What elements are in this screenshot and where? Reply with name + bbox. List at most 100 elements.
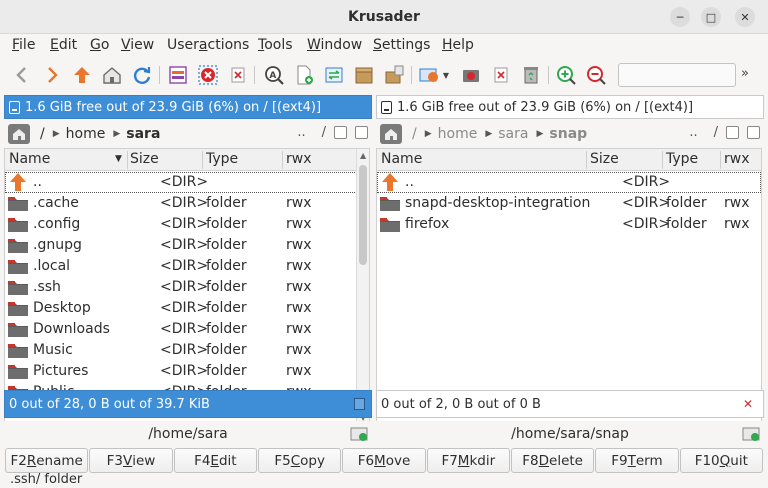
menu-help[interactable]: Help bbox=[442, 37, 474, 53]
file-type: folder bbox=[206, 279, 247, 295]
path-part-snap[interactable]: snap bbox=[549, 126, 587, 142]
fkey-f8[interactable]: F8 Delete bbox=[510, 448, 595, 473]
connect-dropdown-button[interactable]: ▼ bbox=[440, 63, 452, 87]
parent-dir-row[interactable]: .. <DIR> bbox=[5, 172, 369, 193]
panel-options-icon[interactable] bbox=[334, 126, 347, 139]
column-perm[interactable]: rwx bbox=[724, 151, 750, 167]
parent-dir-button[interactable]: .. bbox=[297, 125, 305, 140]
path-root[interactable]: / bbox=[40, 126, 45, 142]
fkey-f9[interactable]: F9 Term bbox=[595, 448, 679, 473]
menu-useractions[interactable]: Useractions bbox=[167, 37, 249, 53]
path-root[interactable]: / bbox=[412, 126, 417, 142]
column-name[interactable]: Name bbox=[381, 151, 422, 167]
menu-file[interactable]: File bbox=[12, 37, 35, 53]
status-toggle-icon[interactable] bbox=[354, 398, 365, 410]
right-cwd-bar[interactable]: /home/sara/snap bbox=[376, 421, 764, 447]
column-size[interactable]: Size bbox=[590, 151, 619, 167]
menu-edit[interactable]: Edit bbox=[50, 37, 77, 53]
fkey-f2[interactable]: F2 Rename bbox=[5, 448, 89, 473]
file-row[interactable]: .cache <DIR> folder rwx bbox=[5, 193, 369, 214]
forward-button[interactable] bbox=[40, 63, 64, 87]
fkey-f5[interactable]: F5 Copy bbox=[257, 448, 342, 473]
parent-dir-button[interactable]: .. bbox=[689, 125, 697, 140]
column-size[interactable]: Size bbox=[130, 151, 159, 167]
close-button[interactable]: ✕ bbox=[735, 7, 755, 27]
file-row[interactable]: .local <DIR> folder rwx bbox=[5, 256, 369, 277]
invert-selection-button[interactable] bbox=[226, 63, 250, 87]
file-row[interactable]: Downloads <DIR> folder rwx bbox=[5, 319, 369, 340]
home-icon[interactable] bbox=[380, 124, 402, 144]
file-size: <DIR> bbox=[160, 258, 209, 274]
compare-dirs-button[interactable] bbox=[322, 63, 346, 87]
connect-remote-button[interactable] bbox=[417, 63, 441, 87]
fkey-f3[interactable]: F3 View bbox=[89, 448, 173, 473]
root-dir-button[interactable]: / bbox=[322, 125, 326, 140]
column-perm[interactable]: rwx bbox=[286, 151, 312, 167]
file-row[interactable]: firefox <DIR> folder rwx bbox=[377, 214, 761, 235]
file-row[interactable]: snapd-desktop-integration <DIR> folder rwx bbox=[377, 193, 761, 214]
left-vertical-scrollbar[interactable]: ▲ ▼ bbox=[356, 149, 369, 427]
close-document-icon bbox=[231, 67, 245, 83]
new-network-button[interactable] bbox=[459, 63, 483, 87]
folder-icon bbox=[8, 197, 28, 211]
root-dir-button[interactable]: / bbox=[714, 125, 718, 140]
maximize-button[interactable]: □ bbox=[701, 7, 721, 27]
back-button[interactable] bbox=[10, 63, 34, 87]
menu-go[interactable]: Go bbox=[90, 37, 109, 53]
file-permissions: rwx bbox=[286, 258, 312, 274]
menu-settings[interactable]: Settings bbox=[373, 37, 430, 53]
pack-button[interactable] bbox=[352, 63, 376, 87]
new-file-button[interactable] bbox=[292, 63, 316, 87]
column-name[interactable]: Name bbox=[9, 151, 50, 167]
fkey-f7[interactable]: F7 Mkdir bbox=[426, 448, 510, 473]
file-row[interactable]: .config <DIR> folder rwx bbox=[5, 214, 369, 235]
unselect-button[interactable] bbox=[196, 63, 220, 87]
file-row[interactable]: .gnupg <DIR> folder rwx bbox=[5, 235, 369, 256]
file-row[interactable]: Desktop <DIR> folder rwx bbox=[5, 298, 369, 319]
trash-button[interactable] bbox=[519, 63, 543, 87]
column-type[interactable]: Type bbox=[206, 151, 238, 167]
path-part-home[interactable]: home bbox=[438, 126, 478, 142]
scroll-up-icon[interactable]: ▲ bbox=[360, 151, 366, 160]
file-row[interactable]: Pictures <DIR> folder rwx bbox=[5, 361, 369, 382]
left-cwd-bar[interactable]: /home/sara bbox=[4, 421, 372, 447]
up-button[interactable] bbox=[70, 63, 94, 87]
select-all-button[interactable] bbox=[166, 63, 190, 87]
path-part-sara[interactable]: sara bbox=[498, 126, 528, 142]
unpack-button[interactable] bbox=[382, 63, 406, 87]
search-files-button[interactable]: A bbox=[262, 63, 286, 87]
refresh-button[interactable] bbox=[130, 63, 154, 87]
left-free-space-bar[interactable]: 1.6 GiB free out of 23.9 GiB (6%) on / [… bbox=[4, 95, 372, 119]
panel-close-icon[interactable] bbox=[747, 126, 760, 139]
svg-text:A: A bbox=[269, 71, 276, 81]
path-part-sara[interactable]: sara bbox=[126, 126, 160, 142]
right-free-space-bar[interactable]: 1.6 GiB free out of 23.9 GiB (6%) on / [… bbox=[376, 95, 764, 119]
zoom-out-button[interactable] bbox=[584, 63, 608, 87]
menu-view[interactable]: View bbox=[121, 37, 154, 53]
minimize-button[interactable]: ─ bbox=[670, 7, 690, 27]
column-divider bbox=[662, 151, 663, 169]
file-row[interactable]: .ssh <DIR> folder rwx bbox=[5, 277, 369, 298]
scroll-thumb[interactable] bbox=[359, 165, 367, 265]
panel-options-icon[interactable] bbox=[726, 126, 739, 139]
menu-tools[interactable]: Tools bbox=[258, 37, 293, 53]
zoom-in-button[interactable] bbox=[554, 63, 578, 87]
toolbar-search-input[interactable] bbox=[618, 63, 736, 87]
terminal-icon[interactable] bbox=[742, 425, 760, 447]
menu-window[interactable]: Window bbox=[307, 37, 362, 53]
fkey-f6[interactable]: F6 Move bbox=[342, 448, 426, 473]
panel-close-icon[interactable] bbox=[355, 126, 368, 139]
terminal-icon[interactable] bbox=[350, 425, 368, 447]
disconnect-button[interactable] bbox=[489, 63, 513, 87]
home-button[interactable] bbox=[100, 63, 124, 87]
parent-dir-row[interactable]: .. <DIR> bbox=[377, 172, 761, 193]
close-icon[interactable]: ✕ bbox=[743, 397, 753, 411]
fkey-f10[interactable]: F10 Quit bbox=[679, 448, 763, 473]
home-icon[interactable] bbox=[8, 124, 30, 144]
file-row[interactable]: Music <DIR> folder rwx bbox=[5, 340, 369, 361]
toolbar-overflow-button[interactable]: » bbox=[741, 66, 749, 81]
path-part-home[interactable]: home bbox=[66, 126, 106, 142]
column-type[interactable]: Type bbox=[666, 151, 698, 167]
fkey-f4[interactable]: F4 Edit bbox=[173, 448, 257, 473]
right-path-tools: .. / bbox=[689, 125, 760, 140]
